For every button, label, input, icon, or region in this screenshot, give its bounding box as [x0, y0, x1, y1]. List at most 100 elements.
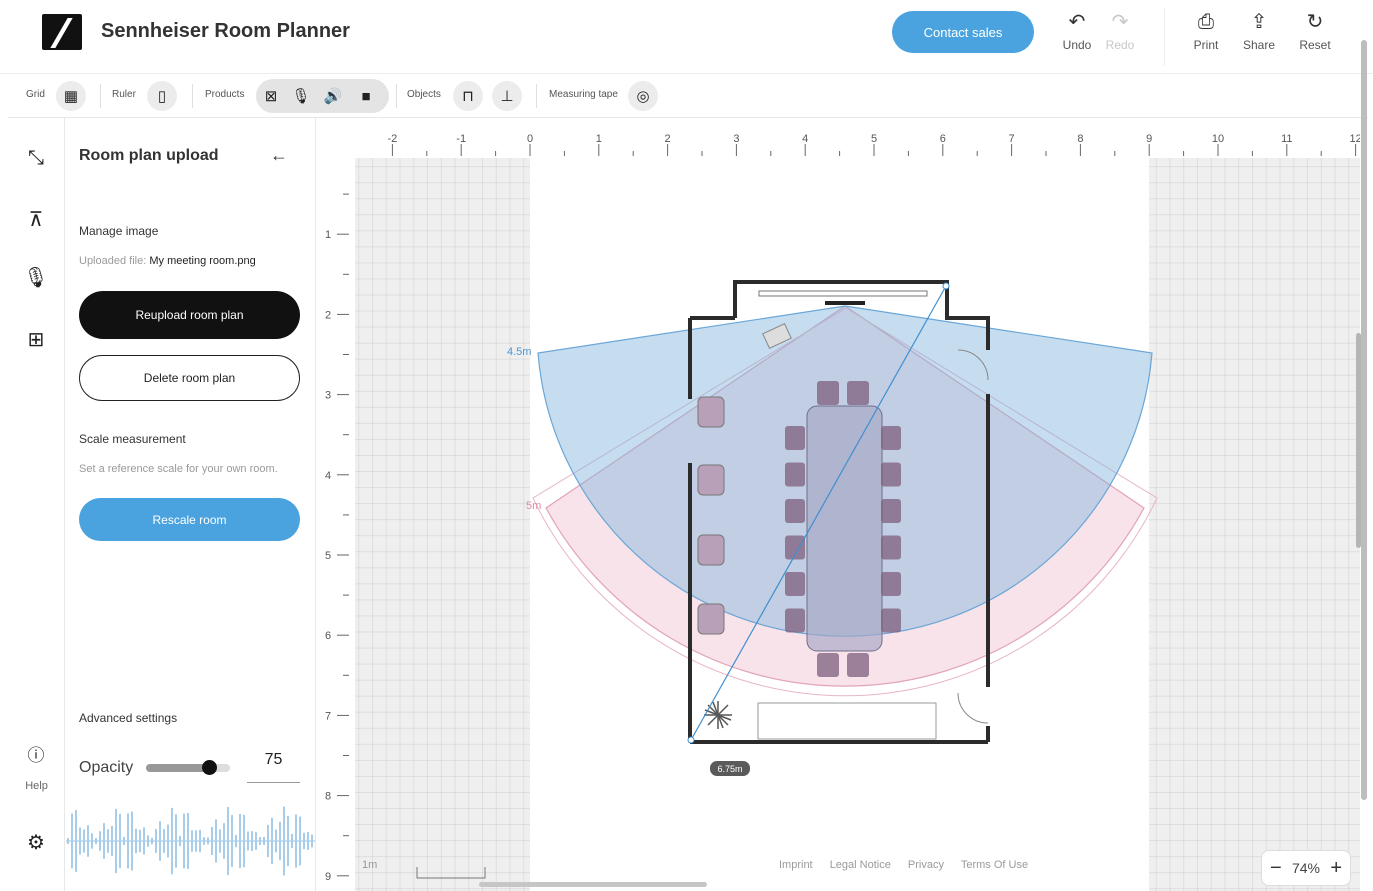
ruler-y-label: 9: [325, 871, 331, 883]
terms-of-use-link[interactable]: Terms Of Use: [961, 859, 1028, 871]
imprint-link[interactable]: Imprint: [779, 859, 813, 871]
opacity-slider-handle[interactable]: [202, 760, 217, 775]
microphone-product-button[interactable]: 🎙: [286, 81, 316, 111]
app-header: Sennheiser Room Planner Contact sales ↶ …: [0, 0, 1373, 74]
toolbar-divider: [192, 84, 193, 108]
room-plan-upload-panel: Room plan upload ← Manage image Uploaded…: [66, 118, 316, 891]
table-object-button[interactable]: ⊥: [492, 81, 522, 111]
ruler-x-label: 6: [940, 133, 946, 145]
presentation-icon[interactable]: ⊼: [22, 206, 50, 234]
furniture-object-button[interactable]: ⊓: [453, 81, 483, 111]
redo-button[interactable]: ↷ Redo: [1095, 8, 1145, 52]
opacity-slider[interactable]: [146, 760, 230, 775]
ruler-y-label: 6: [325, 630, 331, 642]
canvas-vertical-scrollbar[interactable]: [1356, 333, 1361, 548]
ruler-x-label: 9: [1146, 133, 1152, 145]
help-label: Help: [25, 780, 48, 792]
scale-measurement-label: Scale measurement: [79, 432, 186, 446]
ruler-y-label: 2: [325, 309, 331, 321]
footer-links: Imprint Legal Notice Privacy Terms Of Us…: [779, 859, 1042, 871]
objects-label: Objects: [407, 89, 441, 100]
camera-product-button[interactable]: ■: [351, 81, 381, 111]
undo-label: Undo: [1062, 38, 1092, 52]
speaker-icon: 🔊: [323, 88, 343, 105]
ruler-y-label: 3: [325, 390, 331, 402]
measuring-tape-icon: ◎: [636, 88, 650, 105]
redo-icon: ↷: [1111, 11, 1129, 33]
zoom-in-button[interactable]: +: [1330, 857, 1342, 880]
grid-label: Grid: [26, 89, 45, 100]
ruler-y-label: 8: [325, 791, 331, 803]
opacity-slider-fill: [146, 764, 209, 772]
ruler-toggle-button[interactable]: ▯: [147, 81, 177, 111]
manage-image-label: Manage image: [79, 224, 159, 238]
table-icon: ⊥: [500, 88, 514, 105]
ruler-x-label: 4: [802, 133, 808, 145]
ruler-y-label: 5: [325, 550, 331, 562]
rescale-room-button[interactable]: Rescale room: [79, 498, 300, 541]
reset-label: Reset: [1299, 38, 1331, 52]
print-label: Print: [1193, 38, 1219, 52]
ceiling-array-icon: ⊠: [264, 88, 278, 105]
ruler-marks: -2 -1 0 1 2 3 4 5 6 7 8 9 10 11 12 123456789: [325, 133, 1360, 883]
toolbar: Grid ▦ Ruler ▯ Products ⊠ 🎙 🔊 ■ Objects …: [8, 74, 1368, 118]
ruler-x-label: -2: [388, 133, 398, 145]
contact-sales-button[interactable]: Contact sales: [892, 11, 1034, 53]
privacy-link[interactable]: Privacy: [908, 859, 944, 871]
left-rail: ⤡ ⊼ 🎙 ⊞ ⓘ Help ⚙: [8, 118, 65, 891]
ruler-label: Ruler: [112, 89, 136, 100]
ruler-x-label: 0: [527, 133, 533, 145]
printer-icon: ⎙: [1198, 11, 1214, 33]
ceiling-array-button[interactable]: ⊠: [256, 81, 286, 111]
scale-hint: Set a reference scale for your own room.: [79, 463, 278, 475]
measuring-tape-label: Measuring tape: [549, 89, 618, 100]
reset-button[interactable]: ↻ Reset: [1290, 8, 1340, 52]
zoom-level: 74%: [1291, 860, 1321, 876]
grid-toggle-button[interactable]: ▦: [56, 81, 86, 111]
speaker-product-button[interactable]: 🔊: [318, 81, 348, 111]
share-button[interactable]: ⇪ Share: [1234, 8, 1284, 52]
opacity-label: Opacity: [79, 759, 134, 776]
ruler-x-label: 1: [596, 133, 602, 145]
ruler-y-label: 7: [325, 710, 331, 722]
room-layout-icon[interactable]: ⊞: [22, 326, 50, 354]
ruler-icon: ▯: [157, 88, 167, 105]
zoom-out-button[interactable]: −: [1270, 857, 1282, 880]
print-button[interactable]: ⎙ Print: [1181, 8, 1231, 52]
reset-icon: ↻: [1306, 11, 1324, 33]
uploaded-file-name: My meeting room.png: [149, 255, 256, 267]
legal-notice-link[interactable]: Legal Notice: [830, 859, 891, 871]
toolbar-divider: [536, 84, 537, 108]
share-icon: ⇪: [1250, 11, 1268, 33]
back-arrow-icon[interactable]: ←: [270, 145, 288, 166]
settings-gear-icon[interactable]: ⚙: [22, 829, 50, 857]
floor-plan-canvas[interactable]: 6.75m 4.5m 5m -2 -1 0 1 2 3 4 5 6 7 8 9 10 11 12 12345…: [317, 118, 1360, 891]
horizontal-scrollbar[interactable]: [479, 882, 707, 887]
page-scrollbar[interactable]: [1361, 40, 1367, 800]
toolbar-divider: [100, 84, 101, 108]
ruler-x-label: -1: [456, 133, 466, 145]
add-microphone-icon[interactable]: 🎙: [22, 264, 50, 292]
redo-label: Redo: [1105, 38, 1135, 52]
audio-waveform-decoration: [66, 806, 315, 876]
advanced-settings-label: Advanced settings: [79, 711, 178, 725]
zoom-control: − 74% +: [1261, 850, 1351, 886]
header-divider: [1164, 8, 1165, 66]
products-label: Products: [205, 89, 245, 100]
delete-room-plan-button[interactable]: Delete room plan: [79, 355, 300, 401]
measuring-tape-button[interactable]: ◎: [628, 81, 658, 111]
axes-tool-icon[interactable]: ⤡: [22, 144, 50, 172]
ruler-x-label: 3: [733, 133, 739, 145]
help-icon[interactable]: ⓘ: [22, 742, 50, 770]
opacity-value-input[interactable]: 75: [247, 741, 300, 783]
chair-icon: ⊓: [462, 88, 474, 105]
scale-bar-label: 1m: [362, 859, 378, 871]
microphone-icon: 🎙: [291, 88, 311, 105]
ruler-x-label: 2: [665, 133, 671, 145]
grid-icon: ▦: [63, 88, 79, 105]
ruler-x-label: 7: [1009, 133, 1015, 145]
ruler-x-label: 11: [1281, 133, 1292, 145]
reupload-room-plan-button[interactable]: Reupload room plan: [79, 291, 300, 339]
ruler-y-label: 4: [325, 470, 331, 482]
ruler-x-label: 5: [871, 133, 877, 145]
